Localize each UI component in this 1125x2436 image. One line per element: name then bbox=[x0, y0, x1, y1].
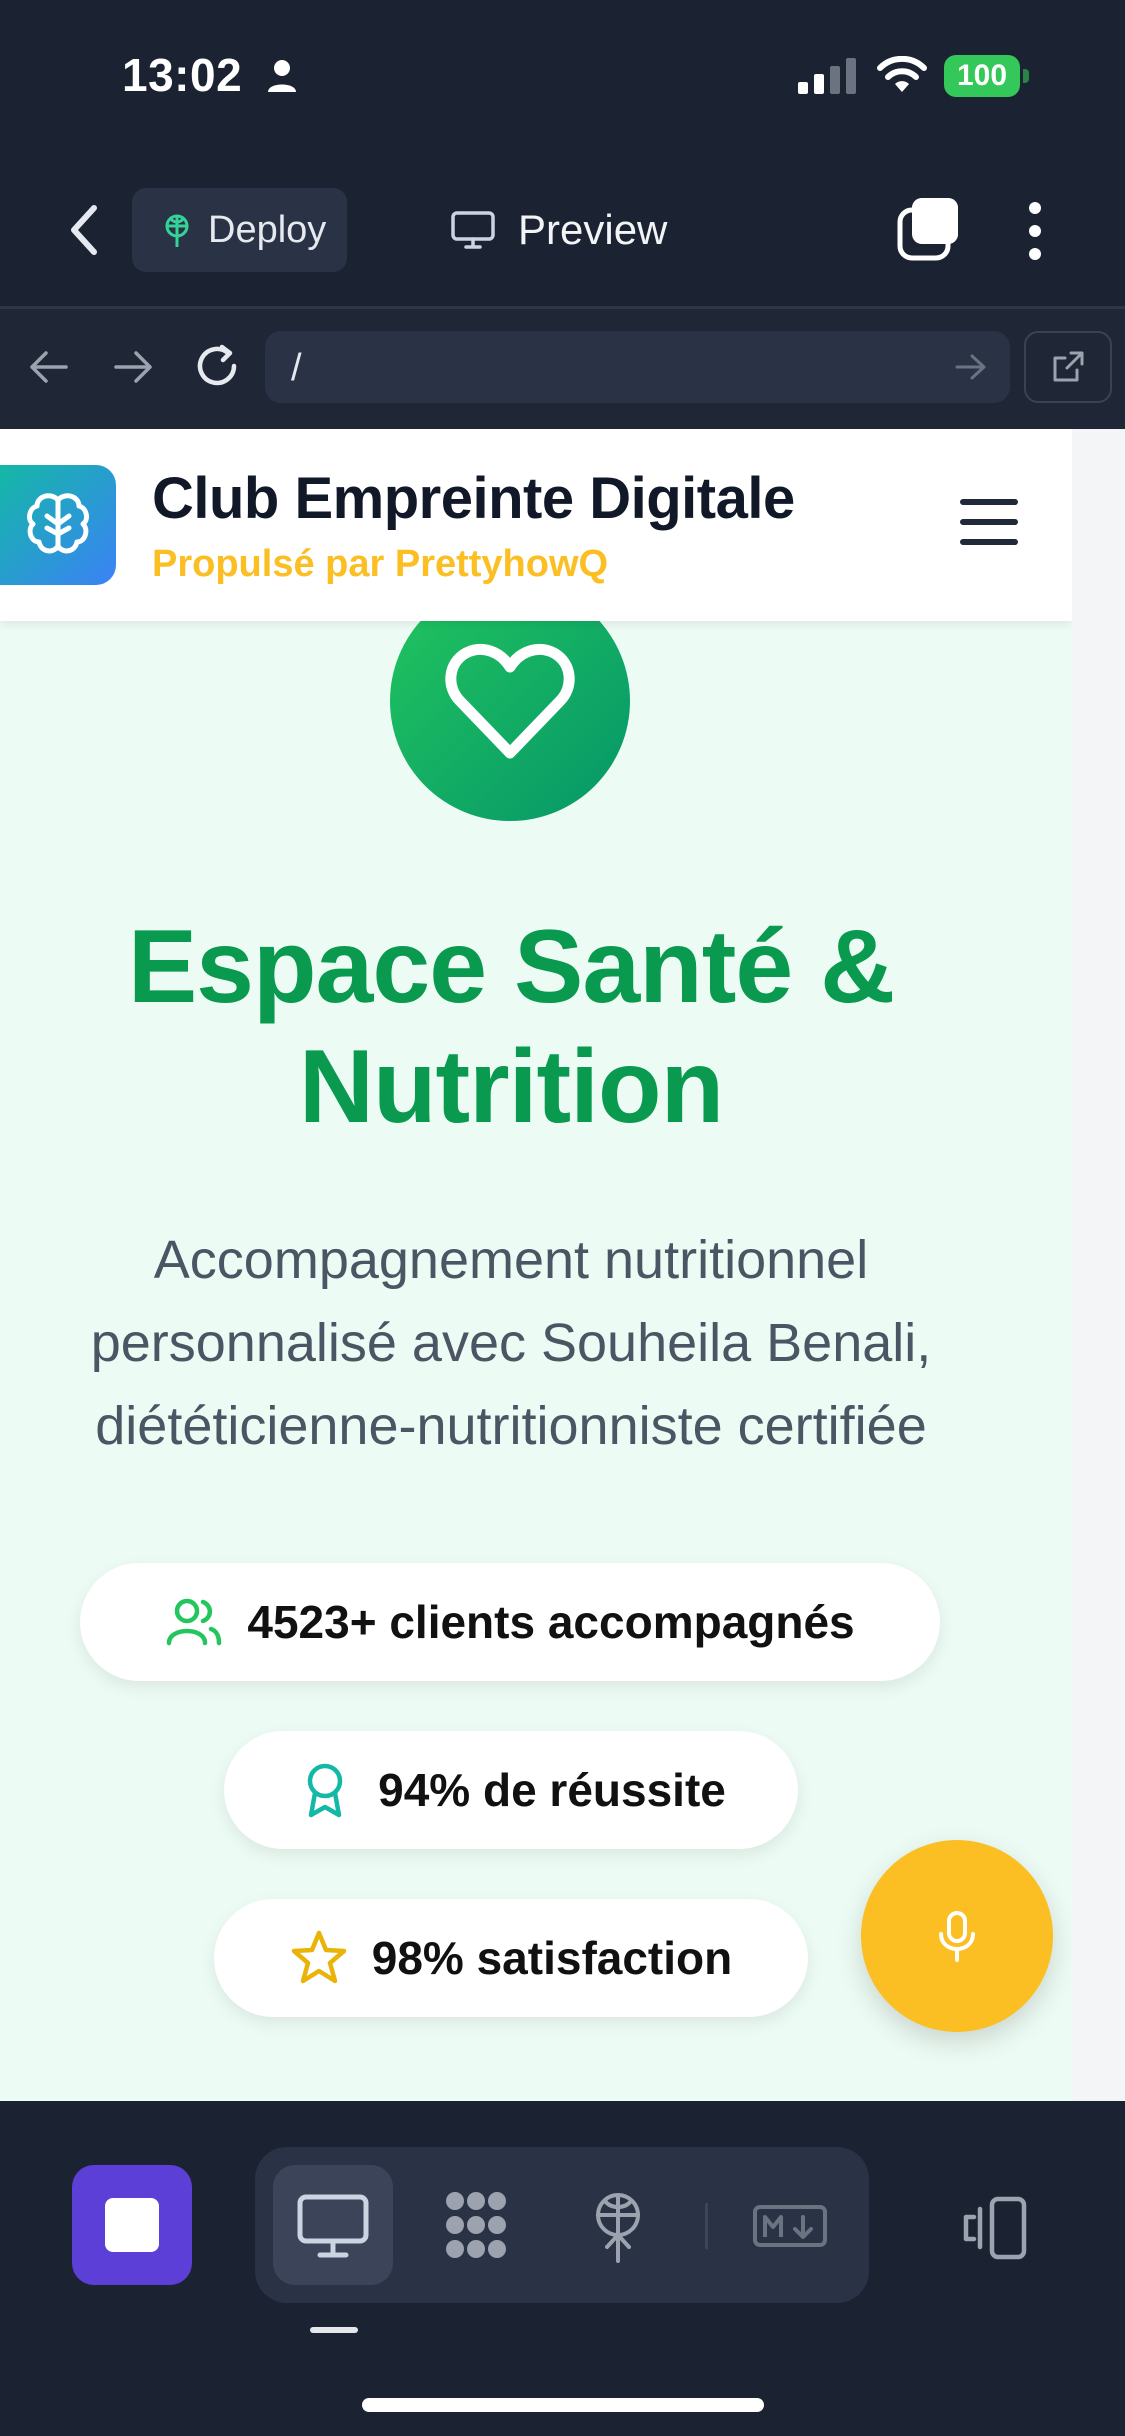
star-icon bbox=[291, 1930, 346, 1984]
reload-icon[interactable] bbox=[192, 341, 242, 391]
desktop-icon[interactable] bbox=[292, 2185, 374, 2265]
stat-clients: 4523+ clients accompagnés bbox=[80, 1563, 940, 1681]
markdown-icon[interactable] bbox=[749, 2185, 831, 2265]
heart-icon bbox=[445, 644, 575, 759]
status-bar: 13:02 100 bbox=[0, 0, 1125, 150]
brain-icon bbox=[27, 493, 89, 554]
selection-indicator bbox=[310, 2327, 358, 2333]
stop-icon bbox=[105, 2198, 159, 2252]
tabs-icon[interactable] bbox=[896, 196, 960, 262]
deploy-button[interactable]: Deploy bbox=[132, 188, 347, 272]
webview: Club Empreinte Digitale Propulsé par Pre… bbox=[0, 429, 1072, 2101]
url-text: / bbox=[291, 347, 302, 389]
deploy-icon bbox=[165, 214, 189, 247]
signal-icon bbox=[798, 58, 856, 94]
site-subtitle: Propulsé par PrettyhowQ bbox=[152, 543, 609, 585]
preview-tab[interactable]: Preview bbox=[450, 194, 667, 266]
status-time: 13:02 bbox=[122, 49, 243, 101]
voice-button[interactable] bbox=[861, 1840, 1053, 2032]
view-switcher bbox=[255, 2147, 869, 2303]
toolbar-divider bbox=[705, 2203, 708, 2249]
open-external-icon bbox=[1053, 351, 1084, 382]
hero-description: Accompagnement nutritionnel personnalisé… bbox=[90, 1230, 932, 1456]
stat-success: 94% de réussite bbox=[224, 1731, 798, 1849]
monitor-icon bbox=[451, 211, 495, 249]
site-logo[interactable] bbox=[0, 465, 116, 585]
battery-level: 100 bbox=[956, 59, 1008, 92]
stop-button[interactable] bbox=[72, 2165, 192, 2285]
deploy-label: Deploy bbox=[208, 208, 327, 251]
components-icon[interactable] bbox=[435, 2185, 517, 2265]
menu-icon[interactable] bbox=[960, 499, 1018, 549]
devices-icon[interactable] bbox=[954, 2195, 1028, 2261]
person-icon bbox=[268, 60, 296, 92]
back-icon[interactable] bbox=[60, 202, 110, 258]
wifi-icon bbox=[877, 56, 927, 92]
more-icon[interactable] bbox=[1020, 200, 1050, 262]
nav-forward-icon[interactable] bbox=[112, 347, 156, 387]
preview-label: Preview bbox=[518, 206, 668, 253]
webview-gutter bbox=[1072, 429, 1125, 2101]
open-external-button[interactable] bbox=[1024, 331, 1112, 403]
stat-satisfaction: 98% satisfaction bbox=[214, 1899, 808, 2017]
nav-back-icon[interactable] bbox=[26, 347, 70, 387]
stat-clients-label: 4523+ clients accompagnés bbox=[247, 1596, 855, 1648]
stat-success-label: 94% de réussite bbox=[378, 1764, 726, 1816]
url-toolbar: / bbox=[0, 309, 1125, 429]
hero-title: Espace Santé & Nutrition bbox=[127, 909, 895, 1145]
battery-icon: 100 bbox=[944, 55, 1030, 97]
users-icon bbox=[167, 1598, 222, 1646]
url-input[interactable]: / bbox=[265, 331, 1010, 403]
deploy-tool-icon[interactable] bbox=[577, 2185, 659, 2265]
stat-satisfaction-label: 98% satisfaction bbox=[371, 1932, 733, 1984]
site-header: Club Empreinte Digitale Propulsé par Pre… bbox=[0, 429, 1072, 621]
mic-icon bbox=[939, 1911, 975, 1962]
bottom-toolbar bbox=[0, 2101, 1125, 2436]
award-icon bbox=[307, 1763, 343, 1818]
site-title: Club Empreinte Digitale bbox=[152, 466, 795, 531]
home-indicator[interactable] bbox=[362, 2398, 764, 2412]
app-bar: Deploy Preview bbox=[0, 150, 1125, 308]
go-icon[interactable] bbox=[954, 351, 988, 383]
